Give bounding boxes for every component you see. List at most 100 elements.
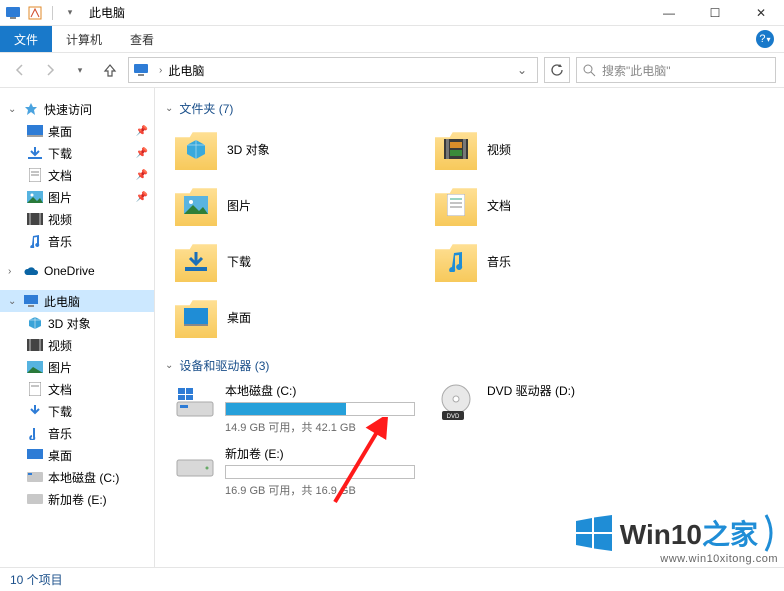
desktop-icon (26, 446, 44, 464)
nav-back-button[interactable] (8, 58, 32, 82)
drive-e[interactable]: 新加卷 (E:) 16.9 GB 可用，共 16.9 GB (175, 445, 405, 498)
window-title: 此电脑 (89, 4, 125, 21)
chevron-right-icon[interactable]: › (8, 266, 18, 277)
windows-logo-icon (574, 513, 614, 553)
folder-icon (175, 240, 217, 282)
folder-videos[interactable]: 视频 (435, 125, 665, 173)
tree-onedrive[interactable]: › OneDrive (0, 260, 154, 282)
address-dropdown-icon[interactable]: ⌄ (511, 63, 533, 77)
drive-icon (175, 382, 215, 424)
search-placeholder: 搜索"此电脑" (602, 62, 671, 79)
minimize-button[interactable]: — (646, 0, 692, 26)
drive-usage-text: 16.9 GB 可用，共 16.9 GB (225, 482, 415, 498)
chevron-down-icon[interactable]: ⌄ (8, 296, 18, 307)
music-icon (26, 424, 44, 442)
tree-music2[interactable]: 音乐 (0, 422, 154, 444)
tree-pictures2[interactable]: 图片 (0, 356, 154, 378)
tree-downloads[interactable]: 下载📌 (0, 142, 154, 164)
drive-c[interactable]: 本地磁盘 (C:) 14.9 GB 可用，共 42.1 GB (175, 382, 405, 435)
star-icon (22, 100, 40, 118)
tree-documents[interactable]: 文档📌 (0, 164, 154, 186)
watermark-url: www.win10xitong.com (574, 553, 778, 565)
folder-icon (175, 128, 217, 170)
music-icon (26, 232, 44, 250)
pc-icon (22, 292, 40, 310)
drive-icon (26, 468, 44, 486)
drive-icon (26, 490, 44, 508)
folder-documents[interactable]: 文档 (435, 181, 665, 229)
chevron-right-icon[interactable]: › (159, 65, 162, 76)
pin-icon: 📌 (136, 192, 148, 203)
cube-icon (26, 314, 44, 332)
navigation-tree: ⌄ 快速访问 桌面📌 下载📌 文档📌 图片📌 视频 音乐 › OneDrive … (0, 88, 155, 567)
content-pane: ⌄ 文件夹 (7) 3D 对象 视频 图片 文档 下载 (155, 88, 784, 567)
address-bar[interactable]: › 此电脑 ⌄ (128, 57, 538, 83)
qat-dropdown-icon[interactable]: ▾ (61, 4, 79, 22)
tree-drive-e[interactable]: 新加卷 (E:) (0, 488, 154, 510)
maximize-button[interactable]: ☐ (692, 0, 738, 26)
picture-icon (26, 358, 44, 376)
document-icon (26, 166, 44, 184)
nav-up-button[interactable] (98, 58, 122, 82)
download-icon (26, 402, 44, 420)
tree-desktop2[interactable]: 桌面 (0, 444, 154, 466)
svg-text:DVD: DVD (447, 414, 460, 420)
tree-pictures[interactable]: 图片📌 (0, 186, 154, 208)
close-button[interactable]: ✕ (738, 0, 784, 26)
watermark: Win10之家 www.win10xitong.com (574, 513, 778, 565)
folder-music[interactable]: 音乐 (435, 237, 665, 285)
refresh-button[interactable] (544, 57, 570, 83)
drive-name: DVD 驱动器 (D:) (487, 382, 665, 399)
search-input[interactable]: 搜索"此电脑" (576, 57, 776, 83)
section-devices[interactable]: ⌄ 设备和驱动器 (3) (165, 357, 774, 374)
download-icon (26, 144, 44, 162)
help-button[interactable]: ?▾ (756, 30, 774, 48)
chevron-down-icon[interactable]: ⌄ (165, 360, 173, 371)
section-folders[interactable]: ⌄ 文件夹 (7) (165, 100, 774, 117)
tree-drive-c[interactable]: 本地磁盘 (C:) (0, 466, 154, 488)
search-icon (583, 64, 596, 77)
tree-documents2[interactable]: 文档 (0, 378, 154, 400)
folder-icon (435, 240, 477, 282)
bracket-icon (764, 513, 778, 553)
usage-bar (225, 402, 415, 416)
chevron-down-icon[interactable]: ⌄ (165, 103, 173, 114)
desktop-icon (26, 122, 44, 140)
folder-downloads[interactable]: 下载 (175, 237, 405, 285)
tree-videos2[interactable]: 视频 (0, 334, 154, 356)
nav-forward-button[interactable] (38, 58, 62, 82)
tree-3d-objects[interactable]: 3D 对象 (0, 312, 154, 334)
folder-3d-objects[interactable]: 3D 对象 (175, 125, 405, 173)
separator (52, 6, 53, 20)
folder-desktop[interactable]: 桌面 (175, 293, 405, 341)
tree-this-pc[interactable]: ⌄ 此电脑 (0, 290, 154, 312)
tree-music[interactable]: 音乐 (0, 230, 154, 252)
tree-downloads2[interactable]: 下载 (0, 400, 154, 422)
folder-icon (175, 184, 217, 226)
drive-dvd[interactable]: DVD DVD 驱动器 (D:) (435, 382, 665, 435)
tab-computer[interactable]: 计算机 (52, 26, 116, 52)
folder-icon (435, 128, 477, 170)
tree-videos[interactable]: 视频 (0, 208, 154, 230)
drive-name: 新加卷 (E:) (225, 445, 415, 462)
chevron-down-icon[interactable]: ⌄ (8, 104, 18, 115)
tree-quick-access[interactable]: ⌄ 快速访问 (0, 98, 154, 120)
folder-icon (435, 184, 477, 226)
nav-recent-dropdown[interactable]: ▾ (68, 58, 92, 82)
video-icon (26, 336, 44, 354)
tree-desktop[interactable]: 桌面📌 (0, 120, 154, 142)
address-path: 此电脑 (168, 62, 204, 79)
tab-file[interactable]: 文件 (0, 26, 52, 52)
pin-icon: 📌 (136, 126, 148, 137)
folder-pictures[interactable]: 图片 (175, 181, 405, 229)
pin-icon: 📌 (136, 148, 148, 159)
tab-view[interactable]: 查看 (116, 26, 168, 52)
drive-usage-text: 14.9 GB 可用，共 42.1 GB (225, 419, 415, 435)
status-item-count: 10 个项目 (10, 571, 63, 588)
qat-properties-icon[interactable] (26, 4, 44, 22)
usage-bar (225, 465, 415, 479)
document-icon (26, 380, 44, 398)
picture-icon (26, 188, 44, 206)
dvd-icon: DVD (435, 382, 477, 424)
app-icon (4, 4, 22, 22)
